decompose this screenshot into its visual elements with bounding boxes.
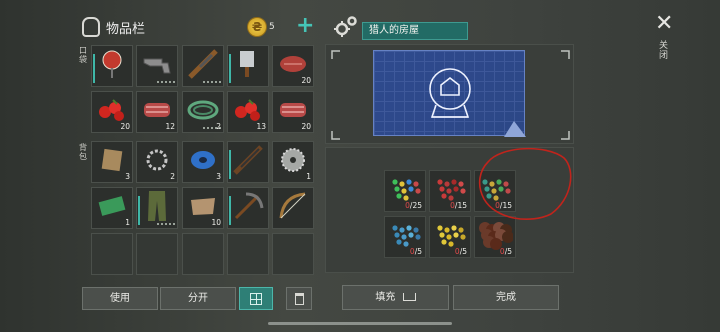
inventory-header: 物品栏 ₴ 5 +: [78, 13, 318, 40]
item-count: 10: [211, 218, 221, 227]
ingredient-count: 0/5: [500, 247, 512, 256]
tray-arrow-icon: [402, 293, 416, 301]
inventory-slot[interactable]: [136, 45, 178, 87]
inventory-slot[interactable]: [136, 187, 178, 229]
inventory-title: 物品栏: [106, 22, 146, 37]
inventory-slot[interactable]: [272, 187, 314, 229]
coin-icon: ₴: [247, 17, 267, 37]
durability-bar: [229, 54, 231, 83]
inventory-slot[interactable]: [227, 45, 269, 87]
ingredient-slot[interactable]: 0/5: [429, 216, 471, 258]
durability-bar: [229, 150, 231, 179]
item-count: 20: [120, 122, 130, 131]
gear-icon: [333, 14, 359, 40]
required-count: /25: [409, 201, 422, 210]
backpack-label: 背包: [79, 143, 87, 161]
ammo-indicator: [157, 223, 175, 225]
inventory-slot[interactable]: 1: [272, 141, 314, 183]
inventory-slot[interactable]: 20: [272, 91, 314, 133]
fill-button[interactable]: 填充: [342, 285, 449, 310]
ingredient-slot[interactable]: 0/15: [429, 170, 471, 212]
inventory-slot[interactable]: 3: [91, 141, 133, 183]
coin-count: 5: [269, 22, 275, 32]
grid-icon: [250, 293, 262, 305]
tape-icon: [189, 148, 217, 176]
inventory-slot[interactable]: 2: [182, 91, 224, 133]
bow-icon: [277, 190, 309, 226]
durability-bar: [93, 54, 95, 83]
snow-globe-icon: [429, 68, 526, 137]
item-count: 3: [125, 172, 130, 181]
ingredient-count: 0/25: [405, 201, 422, 210]
revolver-icon: [142, 53, 172, 79]
inventory-slot[interactable]: 20: [91, 91, 133, 133]
shotgun-icon: [231, 143, 265, 181]
empty-slot[interactable]: [182, 233, 224, 275]
item-count: 1: [125, 218, 130, 227]
trash-button[interactable]: [286, 287, 312, 310]
inventory-slot[interactable]: 12: [136, 91, 178, 133]
inventory-slot[interactable]: [227, 187, 269, 229]
required-count: /5: [414, 247, 422, 256]
inventory-slot[interactable]: 1: [91, 187, 133, 229]
rope-coil-icon: [187, 99, 219, 125]
ingredient-slot[interactable]: 0/25: [384, 170, 426, 212]
fiber-icon: [99, 147, 125, 177]
inventory-slot[interactable]: 10: [182, 187, 224, 229]
required-count: /5: [504, 247, 512, 256]
inventory-slot[interactable]: 3: [182, 141, 224, 183]
ticket-icon: [98, 196, 126, 220]
item-count: 2: [216, 122, 221, 131]
home-indicator: [268, 322, 452, 325]
inventory-slot[interactable]: [227, 141, 269, 183]
ingredient-slot[interactable]: 0/5: [384, 216, 426, 258]
pickaxe-icon: [232, 190, 264, 226]
blueprint-image: [373, 50, 526, 137]
trash-icon: [294, 293, 304, 305]
inventory-slot[interactable]: [182, 45, 224, 87]
split-button[interactable]: 分开: [160, 287, 236, 310]
stop-sign-icon: [99, 49, 125, 83]
inventory-slot[interactable]: 2: [136, 141, 178, 183]
required-count: /15: [454, 201, 467, 210]
use-button[interactable]: 使用: [82, 287, 158, 310]
cleaver-icon: [234, 49, 262, 83]
ammo-indicator: [157, 81, 175, 83]
ammo-indicator: [203, 81, 221, 83]
chain-icon: [144, 147, 170, 177]
item-count: 13: [256, 122, 266, 131]
required-count: /5: [459, 247, 467, 256]
sort-button[interactable]: [239, 287, 273, 310]
inventory-slot[interactable]: [91, 45, 133, 87]
item-count: 3: [216, 172, 221, 181]
inventory-slot[interactable]: 13: [227, 91, 269, 133]
empty-slot[interactable]: [227, 233, 269, 275]
ingredient-count: 0/5: [410, 247, 422, 256]
add-coins-button[interactable]: +: [296, 13, 314, 38]
ingredient-count: 0/5: [455, 247, 467, 256]
done-button[interactable]: 完成: [453, 285, 559, 310]
close-icon[interactable]: ✕: [655, 11, 673, 36]
close-label: 关闭: [659, 41, 669, 61]
item-count: 20: [301, 76, 311, 85]
durability-bar: [138, 196, 140, 225]
item-count: 2: [170, 172, 175, 181]
saw-blade-icon: [279, 146, 307, 178]
empty-slot[interactable]: [91, 233, 133, 275]
durability-bar: [229, 196, 231, 225]
empty-slot[interactable]: [136, 233, 178, 275]
item-count: 1: [306, 172, 311, 181]
empty-slot[interactable]: [272, 233, 314, 275]
recipe-title: 猎人的房屋: [362, 22, 468, 40]
inventory-slot[interactable]: 20: [272, 45, 314, 87]
rifle-icon: [186, 47, 220, 85]
fill-label: 填充: [375, 292, 396, 303]
ingredient-count: 0/15: [450, 201, 467, 210]
backpack-icon: [82, 17, 100, 37]
item-count: 20: [301, 122, 311, 131]
pants-icon: [145, 189, 169, 227]
item-count: 12: [165, 122, 175, 131]
hotbar-label: 口袋: [79, 46, 87, 64]
annotation-circle: [478, 147, 572, 220]
